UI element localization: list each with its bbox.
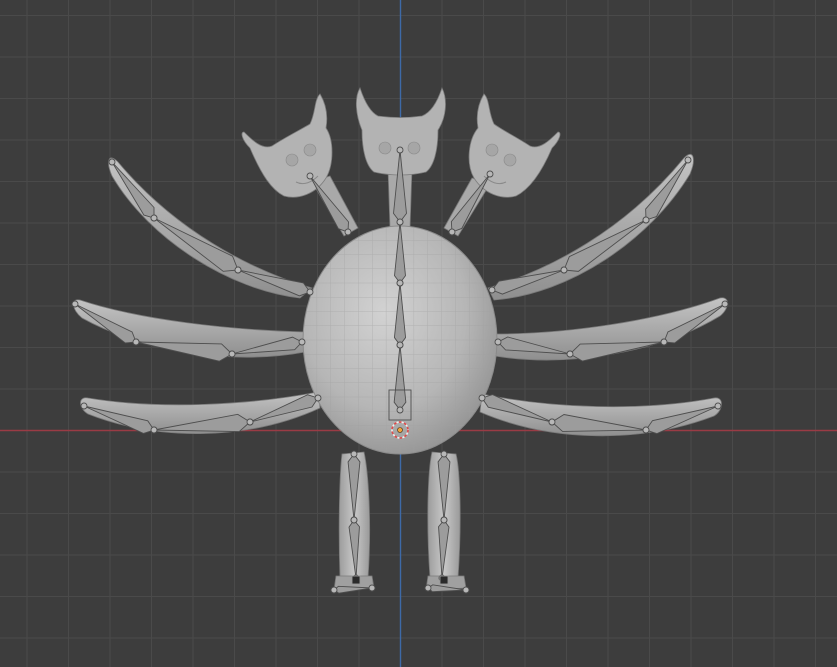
bone-joint[interactable]	[440, 516, 448, 524]
bone-joint[interactable]	[368, 584, 376, 592]
bone-joint[interactable]	[488, 286, 496, 294]
bone-joint[interactable]	[350, 516, 358, 524]
bone-joint[interactable]	[344, 228, 352, 236]
bone-joint[interactable]	[71, 300, 79, 308]
bone-joint[interactable]	[548, 418, 556, 426]
bone-joint[interactable]	[396, 279, 404, 287]
bone-joint[interactable]	[566, 350, 574, 358]
bone-joint[interactable]	[478, 394, 486, 402]
bone-joint[interactable]	[298, 338, 306, 346]
bone-joint[interactable]	[396, 406, 404, 414]
bone-joint[interactable]	[642, 216, 650, 224]
ik-target-bone[interactable]	[351, 575, 361, 585]
bone-joint[interactable]	[396, 341, 404, 349]
bone-joint[interactable]	[462, 586, 470, 594]
left-head-eye-right	[303, 143, 317, 157]
bone-joint[interactable]	[314, 394, 322, 402]
bone-joint[interactable]	[486, 170, 494, 178]
3d-viewport[interactable]	[0, 0, 837, 667]
bone-joint[interactable]	[396, 218, 404, 226]
left-upper-arm-bone[interactable]	[153, 217, 239, 272]
center-head-eye-left	[378, 141, 392, 155]
right-upper-arm-bone[interactable]	[645, 159, 689, 221]
bone-joint[interactable]	[306, 288, 314, 296]
object-origin-dot	[397, 427, 403, 433]
bone-joint[interactable]	[494, 338, 502, 346]
left-upper-arm-bone[interactable]	[111, 161, 155, 219]
right-head-eye-right	[503, 153, 517, 167]
bone-joint[interactable]	[108, 158, 116, 166]
right-head-eye-left	[485, 143, 499, 157]
bone-joint[interactable]	[246, 418, 254, 426]
bone-joint[interactable]	[150, 214, 158, 222]
bone-joint[interactable]	[714, 402, 722, 410]
left-middle-arm-bone[interactable]	[135, 341, 233, 362]
bone-joint[interactable]	[660, 338, 668, 346]
bone-joint[interactable]	[448, 228, 456, 236]
bone-joint[interactable]	[350, 450, 358, 458]
right-upper-arm-bone[interactable]	[563, 219, 647, 272]
bone-joint[interactable]	[440, 450, 448, 458]
bone-joint[interactable]	[396, 146, 404, 154]
left-foot-bone[interactable]	[333, 585, 373, 594]
bone-joint[interactable]	[306, 172, 314, 180]
bone-joint[interactable]	[684, 156, 692, 164]
bone-joint[interactable]	[234, 266, 242, 274]
bone-joint[interactable]	[560, 266, 568, 274]
bone-joint[interactable]	[424, 584, 432, 592]
bone-joint[interactable]	[150, 426, 158, 434]
bone-joint[interactable]	[132, 338, 140, 346]
bone-joint[interactable]	[642, 426, 650, 434]
bone-joint[interactable]	[228, 350, 236, 358]
center-head-eye-right	[407, 141, 421, 155]
bone-joint[interactable]	[330, 586, 338, 594]
bone-joint[interactable]	[80, 402, 88, 410]
left-head-eye-left	[285, 153, 299, 167]
bone-joint[interactable]	[721, 300, 729, 308]
ik-target-bone[interactable]	[439, 575, 449, 585]
